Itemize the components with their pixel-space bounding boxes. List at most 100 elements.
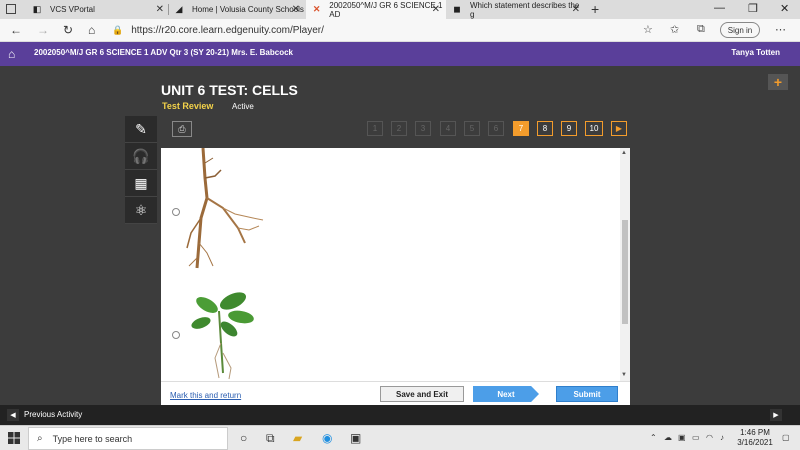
user-name[interactable]: Tanya Totten (731, 48, 780, 57)
submit-button[interactable]: Submit (556, 386, 618, 402)
file-explorer-icon[interactable]: ▰ (293, 431, 302, 445)
answer-radio[interactable] (172, 331, 180, 339)
close-icon[interactable]: ✕ (292, 4, 300, 15)
back-icon[interactable]: ← (10, 23, 22, 37)
page-button-7[interactable]: 7 (513, 121, 529, 136)
tab-title: VCS VPortal (50, 5, 95, 14)
monitor-icon[interactable]: ▭ (692, 433, 700, 442)
tab-vcs-vportal[interactable]: ◧ VCS VPortal ✕ (26, 0, 170, 19)
next-activity-arrow-icon[interactable]: ▶ (770, 409, 782, 421)
page-number: 6 (493, 124, 499, 133)
tab-brainly-question[interactable]: ◼ Which statement describes the g ✕ (446, 0, 586, 19)
tab-actions-icon[interactable] (6, 4, 16, 14)
sign-in-button[interactable]: Sign in (720, 22, 760, 38)
tab-title: Which statement describes the g (470, 0, 580, 19)
pencil-icon[interactable]: ✎ (125, 116, 157, 143)
cortana-icon[interactable]: ○ (240, 431, 247, 445)
collections-icon[interactable]: ⧉ (697, 23, 705, 36)
tab-edgenuity-course[interactable]: ✕ 2002050^M/J GR 6 SCIENCE 1 AD ✕ (306, 0, 446, 19)
question-content: ▲ ▼ (161, 148, 630, 381)
clock-time: 1:46 PM (740, 428, 770, 437)
page-button-5[interactable]: 5 (464, 121, 480, 136)
scroll-down-icon[interactable]: ▼ (621, 372, 627, 378)
windows-taskbar: ⌕ Type here to search ○ ⧉ ▰ ◉ ▣ ⌃ ☁ ▣ ▭ … (0, 425, 800, 450)
section-label: Test Review (162, 101, 214, 111)
page-button-8[interactable]: 8 (537, 121, 553, 136)
page-title: UNIT 6 TEST: CELLS (161, 82, 298, 98)
sign-in-label: Sign in (727, 25, 753, 35)
root-image (186, 148, 264, 269)
add-icon[interactable]: + (768, 74, 788, 90)
system-clock[interactable]: 1:46 PM 3/16/2021 (735, 428, 775, 448)
close-icon[interactable]: ✕ (432, 4, 440, 15)
edge-browser-icon[interactable]: ◉ (322, 431, 332, 445)
calculator-icon[interactable]: ▦ (125, 170, 157, 197)
page-number: 4 (445, 124, 451, 133)
next-page-arrow-icon[interactable]: ▶ (611, 121, 627, 136)
browser-tab-strip: ◧ VCS VPortal ✕ ◢ Home | Volusia County … (0, 0, 800, 19)
page-button-9[interactable]: 9 (561, 121, 577, 136)
task-view-icon[interactable]: ⧉ (266, 431, 275, 446)
page-button-3[interactable]: 3 (415, 121, 431, 136)
headphones-icon[interactable]: 🎧 (125, 143, 157, 170)
page-button-2[interactable]: 2 (391, 121, 407, 136)
tray-chevron-icon[interactable]: ⌃ (650, 433, 657, 442)
close-icon[interactable]: ✕ (156, 4, 164, 15)
mark-and-return-link[interactable]: Mark this and return (170, 391, 241, 400)
page-button-10[interactable]: 10 (585, 121, 603, 136)
next-button[interactable]: Next (473, 386, 539, 402)
tab-title: Home | Volusia County Schools (192, 5, 304, 14)
taskbar-search-input[interactable]: ⌕ Type here to search (28, 427, 228, 450)
search-icon: ⌕ (37, 433, 43, 444)
answer-radio[interactable] (172, 208, 180, 216)
course-header: ⌂ 2002050^M/J GR 6 SCIENCE 1 ADV Qtr 3 (… (0, 42, 800, 66)
tray-app-icon[interactable]: ▣ (678, 433, 686, 442)
windows-start-icon[interactable] (8, 432, 20, 444)
url-field[interactable]: 🔒 https://r20.core.learn.edgenuity.com/P… (112, 22, 662, 39)
close-window-icon[interactable]: ✕ (780, 2, 789, 15)
previous-activity-link[interactable]: Previous Activity (24, 410, 82, 419)
volume-icon[interactable]: ♪ (720, 433, 724, 442)
new-tab-icon[interactable]: + (591, 1, 599, 17)
forward-icon[interactable]: → (37, 23, 49, 37)
atom-icon[interactable]: ⚛ (125, 197, 157, 224)
previous-arrow-icon[interactable]: ◀ (7, 409, 19, 421)
question-footer: Mark this and return Save and Exit Next … (161, 381, 630, 405)
page-number: 2 (396, 124, 402, 133)
tools-sidebar: ✎ 🎧 ▦ ⚛ (125, 116, 157, 224)
vportal-icon: ◧ (32, 4, 42, 14)
minimize-icon[interactable]: — (714, 2, 725, 14)
page-number: 9 (566, 124, 572, 133)
print-icon[interactable]: ⎙ (172, 121, 192, 137)
page-button-4[interactable]: 4 (440, 121, 456, 136)
close-icon[interactable]: ✕ (572, 4, 580, 15)
scroll-up-icon[interactable]: ▲ (621, 150, 627, 156)
edgenuity-icon: ✕ (312, 4, 321, 14)
page-icon: ◼ (453, 4, 461, 14)
tab-volusia-home[interactable]: ◢ Home | Volusia County Schools ✕ (168, 0, 306, 19)
save-and-exit-button[interactable]: Save and Exit (380, 386, 464, 402)
more-options-icon[interactable]: ⋯ (775, 23, 786, 36)
store-icon[interactable]: ▣ (350, 431, 361, 445)
maximize-icon[interactable]: ❐ (748, 2, 758, 15)
wifi-icon[interactable]: ◠ (706, 433, 713, 442)
page-number: 7 (518, 124, 524, 133)
cloud-icon[interactable]: ☁ (664, 433, 672, 442)
page-button-1[interactable]: 1 (367, 121, 383, 136)
course-title: 2002050^M/J GR 6 SCIENCE 1 ADV Qtr 3 (SY… (34, 48, 293, 57)
search-placeholder: Type here to search (52, 433, 133, 444)
player-area: + UNIT 6 TEST: CELLS Test Review Active … (0, 66, 800, 405)
home-icon[interactable]: ⌂ (88, 23, 95, 37)
notifications-icon[interactable]: ▢ (782, 433, 790, 442)
save-label: Save and Exit (395, 389, 449, 399)
course-home-icon[interactable]: ⌂ (8, 47, 15, 61)
favorite-icon[interactable]: ☆ (643, 23, 653, 36)
page-button-6[interactable]: 6 (488, 121, 504, 136)
scrollbar-thumb[interactable] (622, 220, 628, 324)
page-number: 1 (372, 124, 378, 133)
activity-nav-bar: ◀ Previous Activity ▶ (0, 405, 800, 425)
refresh-icon[interactable]: ↻ (63, 23, 73, 37)
page-number: 5 (469, 124, 475, 133)
favorites-bar-icon[interactable]: ✩ (670, 23, 679, 36)
seedling-image (191, 292, 254, 380)
